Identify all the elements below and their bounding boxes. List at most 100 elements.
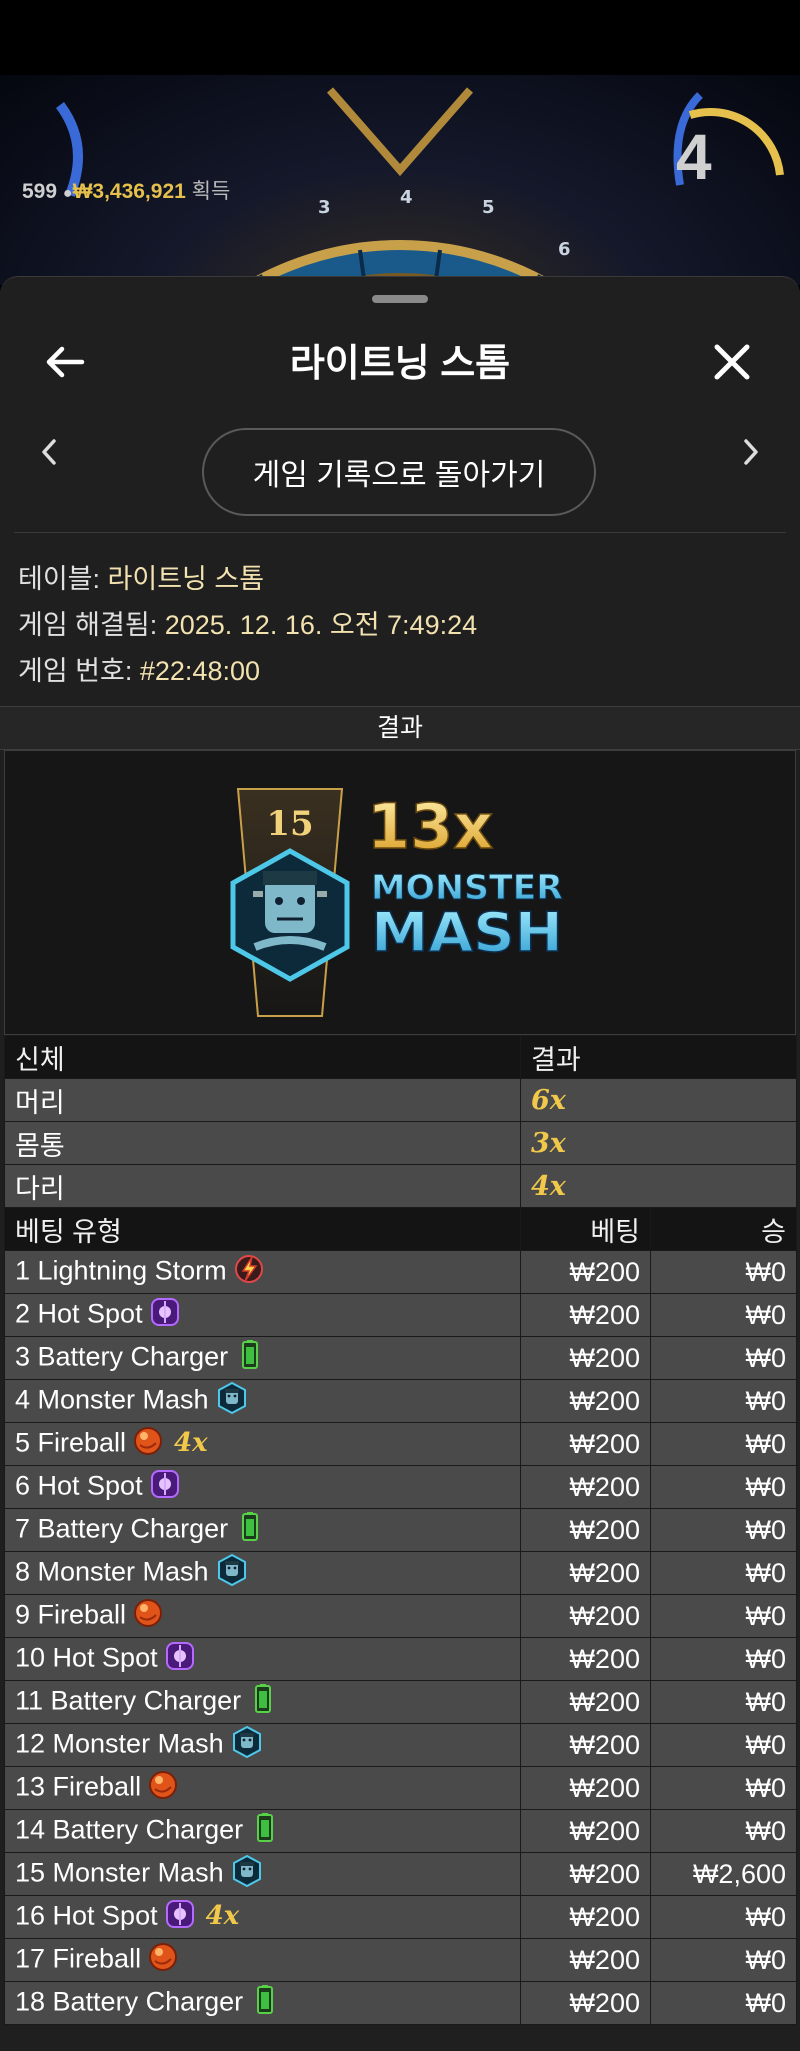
bet-amount: ₩200	[520, 1938, 651, 1982]
won-suffix: 획득	[191, 180, 231, 203]
bet-amount: ₩200	[520, 1422, 651, 1466]
bet-type-label: 6 Hot Spot	[15, 1470, 143, 1501]
game-number-label: 게임 번호:	[18, 656, 140, 686]
multiplier-badge: 6x	[531, 1084, 566, 1116]
monster-mash-icon	[215, 1553, 249, 1594]
col-bet-type: 베팅 유형	[4, 1207, 521, 1251]
lightning-storm-icon	[233, 1253, 265, 1292]
bet-type-label: 18 Battery Charger	[15, 1986, 244, 2017]
close-icon	[714, 344, 750, 380]
result-graphic: 15 13x MONSTER MASH	[230, 788, 564, 1017]
col-body-result: 결과	[520, 1035, 797, 1079]
body-part-multiplier: 4x	[520, 1164, 797, 1208]
drag-handle[interactable]	[372, 295, 428, 303]
bet-amount: ₩200	[520, 1508, 651, 1552]
hot-spot-icon	[149, 1296, 181, 1335]
chevron-right-icon	[744, 439, 758, 465]
bet-type-cell: 14 Battery Charger	[4, 1809, 521, 1853]
bet-type-cell: 5 Fireball 4x	[4, 1422, 521, 1466]
player-count: 599	[22, 180, 58, 203]
chevron-left-icon	[42, 439, 56, 465]
bet-row: 16 Hot Spot 4x ₩200 ₩0	[4, 1895, 797, 1939]
segment-number: 15	[266, 804, 313, 844]
fireball-icon	[147, 1769, 179, 1808]
bet-type-label: 16 Hot Spot	[15, 1900, 158, 1931]
hot-spot-icon	[149, 1468, 181, 1507]
game-detail-sheet: 라이트닝 스톰 게임 기록으로 돌아가기 테이블: 라이트닝 스톰 게임 해결됨…	[0, 276, 800, 2051]
bet-amount: ₩200	[520, 1465, 651, 1509]
bet-type-label: 5 Fireball	[15, 1427, 127, 1458]
wheel-number-6: 6	[558, 239, 571, 260]
win-amount: ₩0	[650, 1594, 797, 1638]
win-amount: ₩0	[650, 1895, 797, 1939]
col-bet-amount: 베팅	[520, 1207, 651, 1251]
table-value: 라이트닝 스톰	[107, 564, 265, 594]
bet-amount: ₩200	[520, 1852, 651, 1896]
bet-row: 7 Battery Charger ₩200 ₩0	[4, 1508, 797, 1552]
wheel-number-3: 3	[318, 197, 331, 218]
bet-amount: ₩200	[520, 1809, 651, 1853]
info-table: 테이블: 라이트닝 스톰	[18, 557, 264, 596]
next-game-button[interactable]	[726, 427, 776, 477]
bets-table-header: 베팅 유형 베팅 승	[4, 1207, 797, 1251]
close-button[interactable]	[697, 327, 767, 397]
col-body-part: 신체	[4, 1035, 521, 1079]
game-number-value: #22:48:00	[139, 656, 260, 686]
bet-type-cell: 6 Hot Spot	[4, 1465, 521, 1509]
bet-amount: ₩200	[520, 1379, 651, 1423]
body-part-label: 몸통	[4, 1121, 521, 1165]
bet-amount: ₩200	[520, 1551, 651, 1595]
wheel-number-4: 4	[400, 187, 413, 208]
bet-row: 15 Monster Mash ₩200 ₩2,600	[4, 1852, 797, 1896]
bet-amount: ₩200	[520, 1723, 651, 1767]
win-amount: ₩0	[650, 1938, 797, 1982]
bet-type-cell: 15 Monster Mash	[4, 1852, 521, 1896]
bet-type-cell: 17 Fireball	[4, 1938, 521, 1982]
bet-amount: ₩200	[520, 1336, 651, 1380]
bet-type-label: 10 Hot Spot	[15, 1642, 158, 1673]
bet-row: 1 Lightning Storm ₩200 ₩0	[4, 1250, 797, 1294]
bet-type-cell: 1 Lightning Storm	[4, 1250, 521, 1294]
bet-amount: ₩200	[520, 1637, 651, 1681]
win-amount: ₩0	[650, 1637, 797, 1681]
monster-mash-icon	[230, 1725, 264, 1766]
bet-type-label: 3 Battery Charger	[15, 1341, 229, 1372]
win-amount: ₩0	[650, 1981, 797, 2025]
bet-type-label: 7 Battery Charger	[15, 1513, 229, 1544]
page-title: 라이트닝 스톰	[289, 343, 511, 385]
win-amount: ₩0	[650, 1250, 797, 1294]
result-multiplier: 13x	[367, 790, 493, 863]
bet-row: 4 Monster Mash ₩200 ₩0	[4, 1379, 797, 1423]
person-icon: ●	[62, 185, 73, 202]
bet-row: 8 Monster Mash ₩200 ₩0	[4, 1551, 797, 1595]
bet-type-label: 17 Fireball	[15, 1943, 142, 1974]
win-amount: ₩0	[650, 1379, 797, 1423]
info-resolved: 게임 해결됨: 2025. 12. 16. 오전 7:49:24	[18, 603, 477, 642]
bet-type-cell: 11 Battery Charger	[4, 1680, 521, 1724]
bet-amount: ₩200	[520, 1981, 651, 2025]
result-panel: 15 13x MONSTER MASH	[4, 750, 796, 1035]
bet-type-label: 12 Monster Mash	[15, 1728, 224, 1759]
body-part-label: 머리	[4, 1078, 521, 1122]
battery-charger-icon	[249, 1812, 281, 1851]
body-part-row: 머리 6x	[4, 1078, 797, 1122]
bet-row: 5 Fireball 4x ₩200 ₩0	[4, 1422, 797, 1466]
previous-game-button[interactable]	[24, 427, 74, 477]
monster-mash-icon	[215, 1381, 249, 1422]
resolved-label: 게임 해결됨:	[18, 610, 165, 640]
win-amount: ₩0	[650, 1336, 797, 1380]
win-amount: ₩0	[650, 1680, 797, 1724]
win-amount: ₩0	[650, 1508, 797, 1552]
win-amount: ₩0	[650, 1551, 797, 1595]
bet-row: 6 Hot Spot ₩200 ₩0	[4, 1465, 797, 1509]
info-game-number: 게임 번호: #22:48:00	[18, 649, 260, 688]
multiplier-badge: 4x	[205, 1901, 240, 1932]
bet-amount: ₩200	[520, 1680, 651, 1724]
bet-row: 11 Battery Charger ₩200 ₩0	[4, 1680, 797, 1724]
bet-type-cell: 7 Battery Charger	[4, 1508, 521, 1552]
back-to-history-button[interactable]: 게임 기록으로 돌아가기	[202, 428, 596, 516]
table-label: 테이블:	[18, 564, 108, 594]
bet-row: 13 Fireball ₩200 ₩0	[4, 1766, 797, 1810]
bet-type-label: 13 Fireball	[15, 1771, 142, 1802]
hot-spot-icon	[164, 1898, 196, 1937]
